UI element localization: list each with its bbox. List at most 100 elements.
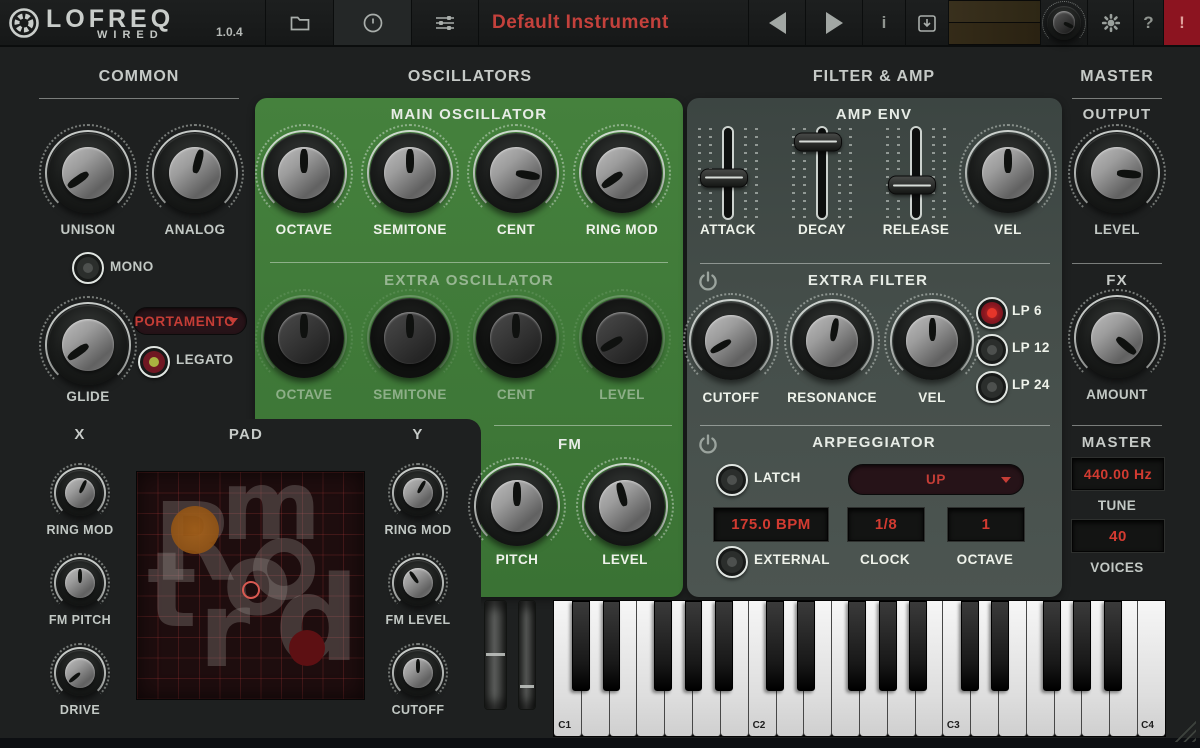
pad-x-fmpitch-knob[interactable] (57, 560, 103, 606)
black-key[interactable] (685, 601, 703, 691)
external-clock-toggle[interactable] (716, 546, 748, 578)
filter-mode-lp24-radio[interactable] (976, 371, 1008, 403)
settings-button[interactable] (1087, 0, 1133, 45)
clock-value-box[interactable]: 1/8 (848, 508, 924, 541)
save-preset-button[interactable] (905, 0, 948, 45)
arp-mode-dropdown[interactable]: UP (848, 464, 1024, 495)
knob-pointer (32, 117, 143, 228)
alert-button[interactable]: ! (1163, 0, 1200, 45)
attack-slider[interactable] (696, 126, 760, 220)
octave-label-c1: C1 (558, 720, 571, 731)
arpeggiator-power-button[interactable] (696, 432, 720, 456)
main-semitone-knob[interactable] (370, 133, 450, 213)
recent-presets-button[interactable] (333, 0, 411, 45)
xy-pad-cursor[interactable] (242, 581, 260, 599)
lp12-label: LP 12 (1012, 340, 1062, 356)
black-key[interactable] (603, 601, 621, 691)
amp-vel-knob[interactable] (968, 133, 1048, 213)
resize-grip[interactable] (1174, 720, 1196, 742)
bottom-strip (0, 738, 1200, 748)
white-key[interactable] (1138, 601, 1165, 736)
extra-cent-knob[interactable] (476, 298, 556, 378)
voices-value-box[interactable]: 40 (1072, 520, 1164, 552)
black-key[interactable] (1043, 601, 1061, 691)
filter-vel-knob[interactable] (893, 302, 971, 380)
glide-knob[interactable] (48, 305, 128, 385)
black-key[interactable] (766, 601, 784, 691)
pad-y-fmlevel-knob[interactable] (395, 560, 441, 606)
release-slider[interactable] (884, 126, 948, 220)
help-button[interactable]: ? (1133, 0, 1163, 45)
alert-icon: ! (1179, 13, 1185, 33)
analog-knob[interactable] (155, 133, 235, 213)
section-header-oscillators: OSCILLATORS (340, 66, 600, 88)
meter-bar-right (949, 23, 1040, 44)
black-key[interactable] (715, 601, 733, 691)
main-ringmod-knob[interactable] (582, 133, 662, 213)
pad-y-ringmod-knob[interactable] (395, 470, 441, 516)
piano-keyboard[interactable]: C1 C2 C3 C4 (553, 600, 1166, 737)
section-header-master: MASTER (1072, 66, 1162, 88)
fm-divider (494, 425, 672, 426)
mod-wheel[interactable] (518, 600, 536, 710)
legato-toggle[interactable] (138, 346, 170, 378)
master-volume-knob[interactable] (1040, 0, 1087, 45)
fx-amount-knob[interactable] (1077, 298, 1157, 378)
knob-pointer (264, 298, 344, 378)
extra-filter-power-button[interactable] (696, 269, 720, 293)
preset-name[interactable]: Default Instrument (492, 0, 669, 45)
pad-x-drive-knob[interactable] (57, 650, 103, 696)
fm-pitch-knob[interactable] (477, 466, 557, 546)
black-key[interactable] (961, 601, 979, 691)
fm-level-knob[interactable] (585, 466, 665, 546)
black-key[interactable] (1104, 601, 1122, 691)
extra-octave-knob[interactable] (264, 298, 344, 378)
resonance-knob[interactable] (793, 302, 871, 380)
next-preset-button[interactable] (805, 0, 862, 45)
filter-mode-lp6-radio[interactable] (976, 297, 1008, 329)
knob-pointer (395, 650, 441, 696)
slider-handle[interactable] (700, 168, 748, 187)
mono-toggle[interactable] (72, 252, 104, 284)
unison-knob[interactable] (48, 133, 128, 213)
bpm-value-box[interactable]: 175.0 BPM (714, 508, 828, 541)
black-key[interactable] (909, 601, 927, 691)
black-key[interactable] (572, 601, 590, 691)
xy-pad[interactable]: R m t r o d (136, 471, 365, 700)
filter-mode-lp12-radio[interactable] (976, 334, 1008, 366)
filter-vel-label: VEL (882, 390, 982, 406)
pad-x-ringmod-knob[interactable] (57, 470, 103, 516)
watermark-ring (253, 538, 315, 600)
logo-gear-icon (7, 6, 41, 40)
knob-pointer (264, 133, 344, 213)
pad-y-cutoff-knob[interactable] (395, 650, 441, 696)
pitch-wheel[interactable] (484, 600, 507, 710)
settings-sliders-button[interactable] (411, 0, 479, 45)
main-cent-knob[interactable] (476, 133, 556, 213)
slider-handle[interactable] (888, 176, 936, 195)
extra-level-knob[interactable] (582, 298, 662, 378)
black-key[interactable] (879, 601, 897, 691)
cutoff-knob[interactable] (692, 302, 770, 380)
black-key[interactable] (654, 601, 672, 691)
black-key[interactable] (848, 601, 866, 691)
prev-preset-button[interactable] (748, 0, 805, 45)
arp-octave-value-box[interactable]: 1 (948, 508, 1024, 541)
browse-presets-button[interactable] (265, 0, 333, 45)
tune-value-box[interactable]: 440.00 Hz (1072, 458, 1164, 490)
gear-icon (1099, 11, 1123, 35)
slider-handle[interactable] (794, 132, 842, 151)
black-key[interactable] (1073, 601, 1091, 691)
extra-semitone-knob[interactable] (370, 298, 450, 378)
slider-dots (897, 128, 900, 218)
volume-knob[interactable] (1047, 6, 1081, 40)
meter-bar-left (949, 1, 1040, 22)
main-octave-knob[interactable] (264, 133, 344, 213)
info-button[interactable]: i (862, 0, 905, 45)
black-key[interactable] (797, 601, 815, 691)
latch-toggle[interactable] (716, 464, 748, 496)
output-level-knob[interactable] (1077, 133, 1157, 213)
decay-slider[interactable] (790, 126, 854, 220)
black-key[interactable] (991, 601, 1009, 691)
glide-mode-dropdown[interactable]: PORTAMENTO (133, 307, 247, 335)
